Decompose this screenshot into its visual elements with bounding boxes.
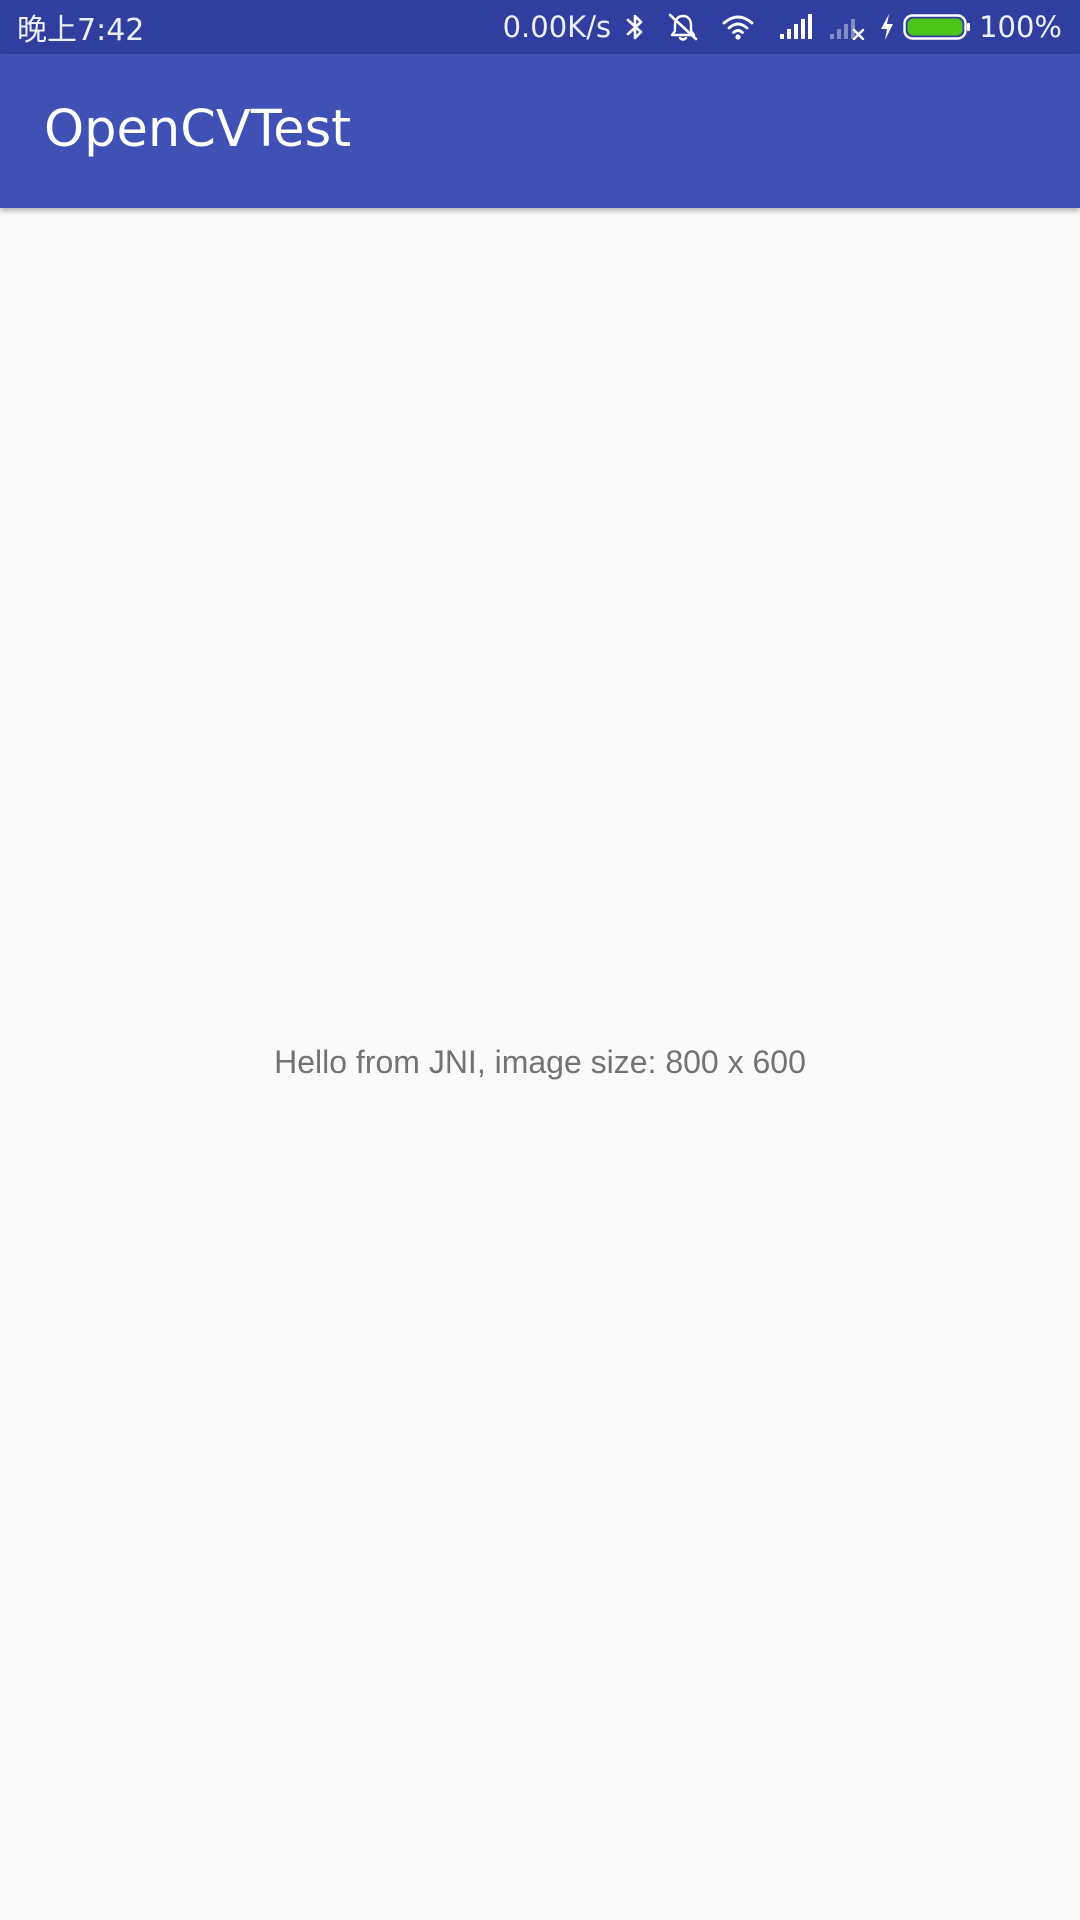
screen: 晚上7:42 0.00K/s 100% OpenCVTest Hello fro… (0, 0, 1080, 1920)
signal-no-sim-icon (829, 0, 865, 54)
jni-message-text: Hello from JNI, image size: 800 x 600 (274, 1044, 806, 1080)
charging-icon (879, 0, 895, 54)
bluetooth-icon (625, 0, 645, 54)
battery-icon (903, 0, 971, 54)
main-content: Hello from JNI, image size: 800 x 600 (0, 208, 1080, 1920)
battery-percentage: 100% (979, 10, 1062, 44)
network-speed: 0.00K/s (502, 10, 612, 44)
alarm-off-icon (667, 0, 699, 54)
app-bar: OpenCVTest (0, 54, 1080, 208)
status-time: 晚上7:42 (17, 13, 145, 48)
status-bar: 晚上7:42 0.00K/s 100% (0, 0, 1080, 54)
signal-icon (779, 0, 813, 54)
status-icons: 0.00K/s 100% (503, 0, 1062, 54)
app-title: OpenCVTest (44, 100, 352, 159)
wifi-icon (721, 0, 755, 54)
